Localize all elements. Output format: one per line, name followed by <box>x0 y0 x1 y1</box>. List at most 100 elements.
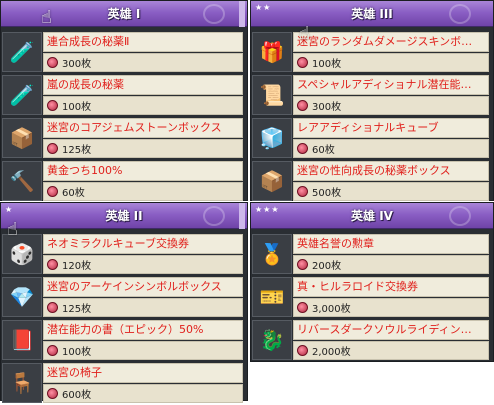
list-item[interactable]: 🐉 リバースダークソウルライディン… 2,000枚 <box>251 319 493 361</box>
shop-panel-hero-4: ★★★ 英雄 IV 🏅 英雄名誉の勲章 200枚 🎫 真・ヒルラロイド交換券 3… <box>250 202 494 362</box>
shop-panel-hero-2: ★ 英雄 II 🎲 ネオミラクルキューブ交換券 120枚 💎 迷宮のアーケインシ… <box>0 202 248 403</box>
price-value: 300枚 <box>62 59 92 70</box>
potion-icon: 🧪 <box>2 32 42 72</box>
item-name: 迷宮のアーケインシンボルボックス <box>43 277 243 297</box>
coin-icon <box>47 259 58 270</box>
list-item[interactable]: 🧊 レアアディショナルキューブ 60枚 <box>251 117 493 159</box>
panel-title: 英雄 I <box>107 7 141 21</box>
panel-title: 英雄 II <box>105 209 143 223</box>
coin-icon <box>297 100 308 111</box>
panel-header: ★★ 英雄 III <box>251 1 493 27</box>
emblem-icon <box>203 4 225 24</box>
item-name: 黄金つち100% <box>43 161 243 181</box>
item-price: 60枚 <box>43 182 243 201</box>
list-item[interactable]: 🧪 嵐の成長の秘薬 100枚 <box>1 74 247 116</box>
scroll-icon: 📜 <box>252 75 292 115</box>
mount-icon: 🐉 <box>252 320 292 360</box>
price-value: 500枚 <box>312 188 342 199</box>
coin-icon <box>47 57 58 68</box>
price-value: 600枚 <box>62 390 92 401</box>
list-item[interactable]: 💎 迷宮のアーケインシンボルボックス 125枚 <box>1 276 247 318</box>
coin-icon <box>297 259 308 270</box>
emblem-icon <box>203 206 225 226</box>
item-list: 🏅 英雄名誉の勲章 200枚 🎫 真・ヒルラロイド交換券 3,000枚 🐉 リバ… <box>251 233 493 362</box>
price-value: 3,000枚 <box>312 304 351 315</box>
item-price: 125枚 <box>43 139 243 158</box>
item-price: 500枚 <box>293 182 489 201</box>
price-value: 100枚 <box>62 347 92 358</box>
medal-icon: 🏅 <box>252 234 292 274</box>
price-value: 120枚 <box>62 261 92 272</box>
item-name: 迷宮の性向成長の秘薬ボックス <box>293 161 489 181</box>
item-list: 🧪 連合成長の秘薬Ⅱ 300枚 🧪 嵐の成長の秘薬 100枚 📦 迷宮のコアジェ… <box>1 31 247 203</box>
price-value: 60枚 <box>62 188 85 199</box>
list-item[interactable]: 🏅 英雄名誉の勲章 200枚 <box>251 233 493 275</box>
coin-icon <box>297 345 308 356</box>
emblem-icon <box>449 206 471 226</box>
cube-icon: 🧊 <box>252 118 292 158</box>
item-price: 100枚 <box>43 96 243 115</box>
item-name: レアアディショナルキューブ <box>293 118 489 138</box>
item-name: スペシャルアディショナル潜在能… <box>293 75 489 95</box>
price-value: 200枚 <box>312 261 342 272</box>
item-price: 300枚 <box>293 96 489 115</box>
item-price: 60枚 <box>293 139 489 158</box>
list-item[interactable]: 🔨 黄金つち100% 60枚 <box>1 160 247 202</box>
item-name: 英雄名誉の勲章 <box>293 234 489 254</box>
panel-header: 英雄 I <box>1 1 247 27</box>
coin-icon <box>297 57 308 68</box>
price-value: 60枚 <box>312 145 335 156</box>
list-item[interactable]: 📜 スペシャルアディショナル潜在能… 300枚 <box>251 74 493 116</box>
hand-cursor-icon: ☝ <box>7 219 18 240</box>
coin-icon <box>297 143 308 154</box>
panel-title: 英雄 III <box>351 7 393 21</box>
list-item[interactable]: 🪑 迷宮の椅子 600枚 <box>1 362 247 404</box>
coin-icon <box>297 302 308 313</box>
coin-icon <box>297 186 308 197</box>
coin-icon <box>47 388 58 399</box>
item-name: 潜在能力の書（エピック）50% <box>43 320 243 340</box>
item-price: 100枚 <box>293 53 489 72</box>
list-item[interactable]: 🎁 迷宮のランダムダメージスキンボ… 100枚 <box>251 31 493 73</box>
rank-stars: ★★ <box>255 3 272 12</box>
potion-box-icon: 📦 <box>252 161 292 201</box>
item-price: 100枚 <box>43 341 243 360</box>
book-icon: 📕 <box>2 320 42 360</box>
potion-icon: 🧪 <box>2 75 42 115</box>
item-name: リバースダークソウルライディン… <box>293 320 489 340</box>
item-list: 🎁 迷宮のランダムダメージスキンボ… 100枚 📜 スペシャルアディショナル潜在… <box>251 31 493 203</box>
rank-stars: ★★★ <box>255 205 280 214</box>
coin-icon <box>47 143 58 154</box>
panel-header: ★ 英雄 II <box>1 203 247 229</box>
symbol-box-icon: 💎 <box>2 277 42 317</box>
price-value: 125枚 <box>62 304 92 315</box>
list-item[interactable]: 📦 迷宮の性向成長の秘薬ボックス 500枚 <box>251 160 493 202</box>
list-item[interactable]: 📕 潜在能力の書（エピック）50% 100枚 <box>1 319 247 361</box>
item-name: ネオミラクルキューブ交換券 <box>43 234 243 254</box>
item-price: 2,000枚 <box>293 341 489 360</box>
list-item[interactable]: 📦 迷宮のコアジェムストーンボックス 125枚 <box>1 117 247 159</box>
skin-box-icon: 🎁 <box>252 32 292 72</box>
item-name: 真・ヒルラロイド交換券 <box>293 277 489 297</box>
list-item[interactable]: 🎲 ネオミラクルキューブ交換券 120枚 <box>1 233 247 275</box>
item-name: 迷宮のコアジェムストーンボックス <box>43 118 243 138</box>
header-edge <box>239 203 245 229</box>
chair-icon: 🪑 <box>2 363 42 403</box>
golden-hammer-icon: 🔨 <box>2 161 42 201</box>
emblem-icon <box>449 4 471 24</box>
list-item[interactable]: 🎫 真・ヒルラロイド交換券 3,000枚 <box>251 276 493 318</box>
item-name: 迷宮のランダムダメージスキンボ… <box>293 32 489 52</box>
hand-cursor-icon: ☝ <box>41 7 52 28</box>
item-price: 125枚 <box>43 298 243 317</box>
price-value: 2,000枚 <box>312 347 351 358</box>
rank-stars: ★ <box>5 205 14 214</box>
item-list: 🎲 ネオミラクルキューブ交換券 120枚 💎 迷宮のアーケインシンボルボックス … <box>1 233 247 405</box>
item-price: 3,000枚 <box>293 298 489 317</box>
shop-panel-hero-3: ★★ 英雄 III 🎁 迷宮のランダムダメージスキンボ… 100枚 📜 スペシャ… <box>250 0 494 201</box>
price-value: 300枚 <box>312 102 342 113</box>
list-item[interactable]: 🧪 連合成長の秘薬Ⅱ 300枚 <box>1 31 247 73</box>
coin-icon <box>47 186 58 197</box>
cube-icon: 🎲 <box>2 234 42 274</box>
price-value: 100枚 <box>62 102 92 113</box>
header-edge <box>239 1 245 27</box>
